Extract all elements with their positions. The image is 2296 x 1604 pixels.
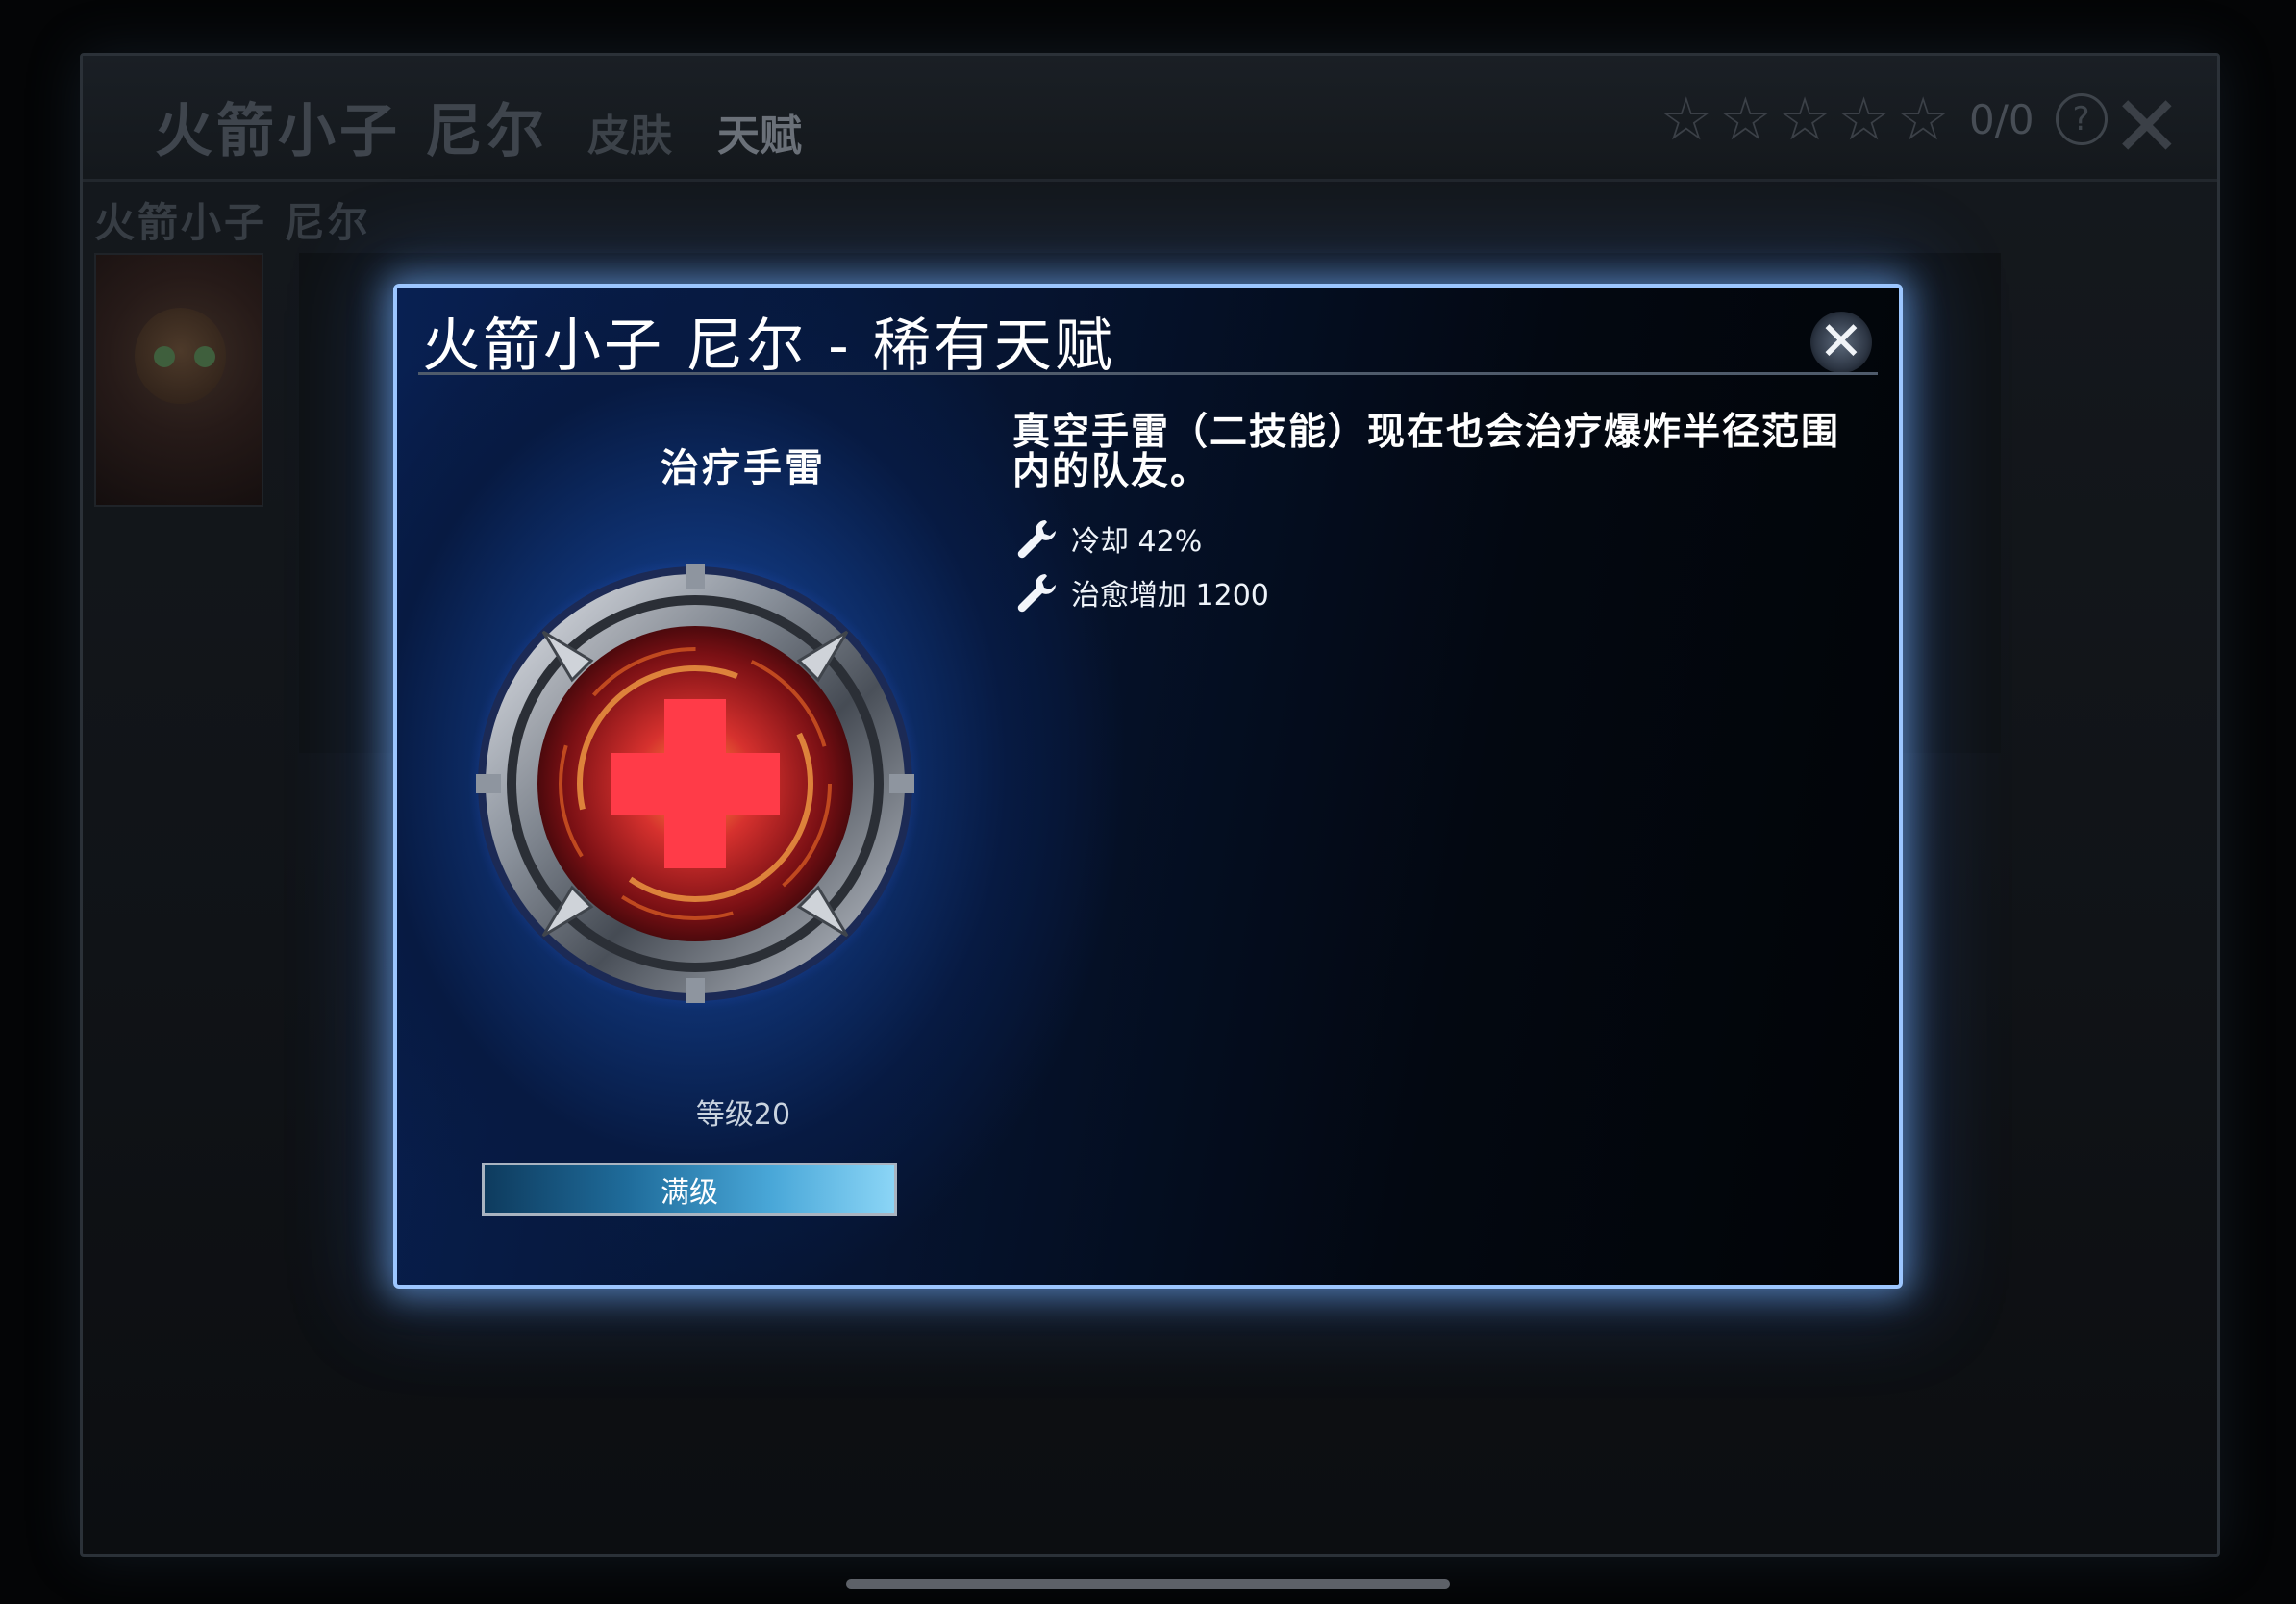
close-hero-button[interactable]: ✕ [2111,85,2183,169]
tab-skins[interactable]: 皮肤 [587,101,672,163]
hero-detail-header: 火箭小子 尼尔 皮肤 天赋 ☆ ☆ ☆ ☆ ☆ 0/0 ? ✕ [83,56,2217,182]
rating-count: 0/0 [1968,95,2034,143]
talent-description: 真空手雷（二技能）现在也会治疗爆炸半径范围内的队友。 [1012,411,1841,493]
stat-text: 治愈增加 1200 [1071,579,1269,613]
level-progress-bar: 满级 [482,1163,897,1216]
tab-talents[interactable]: 天赋 [717,101,802,163]
talent-name: 治疗手雷 [661,446,826,490]
star-empty-icon: ☆ [1778,84,1832,154]
rating: ☆ ☆ ☆ ☆ ☆ 0/0 ? [1660,89,2108,149]
star-empty-icon: ☆ [1660,84,1713,154]
home-indicator[interactable] [846,1579,1450,1589]
hero-subtitle: 火箭小子 尼尔 [94,199,371,246]
portrait-eye [154,346,175,367]
wrench-icon [1017,520,1056,559]
wrench-icon [1017,574,1056,613]
talent-dialog: 火箭小子 尼尔 - 稀有天赋 ✕ 治疗手雷 等级20 满级 真空手雷（二技能）现… [393,284,1903,1289]
close-dialog-button[interactable]: ✕ [1810,312,1872,373]
close-icon: ✕ [1818,311,1864,373]
talent-level: 等级20 [695,1098,791,1132]
portrait-eye [194,346,215,367]
hero-title: 火箭小子 尼尔 [155,98,548,165]
stat-heal: 治愈增加 1200 [1013,570,1269,614]
help-icon[interactable]: ? [2055,93,2108,145]
stat-text: 冷却 42% [1071,525,1203,559]
star-empty-icon: ☆ [1836,84,1891,154]
title-divider [418,372,1878,375]
star-empty-icon: ☆ [1718,84,1773,154]
star-empty-icon: ☆ [1896,84,1950,154]
dialog-title: 火箭小子 尼尔 - 稀有天赋 [422,313,1115,380]
hero-portrait[interactable] [94,253,263,507]
healing-grenade-icon [468,557,922,1011]
stat-cooldown: 冷却 42% [1013,516,1202,561]
progress-label: 满级 [661,1175,718,1210]
